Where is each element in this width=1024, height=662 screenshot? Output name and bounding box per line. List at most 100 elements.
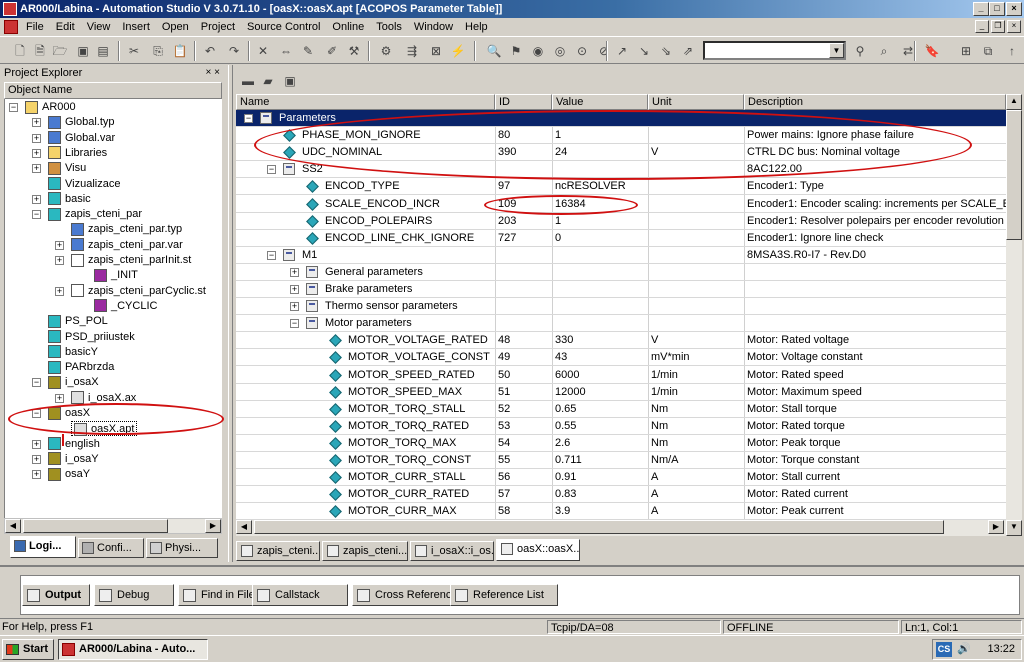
disconnect-icon[interactable]: ⊘ xyxy=(596,43,612,59)
tree-node[interactable]: zapis_cteni_parInit.st xyxy=(71,253,191,268)
copy-icon[interactable]: ⎘ xyxy=(150,43,166,59)
step-icon[interactable]: ⇘ xyxy=(658,43,674,59)
paste-icon[interactable]: 📋 xyxy=(172,43,188,59)
param-value[interactable]: 0.91 xyxy=(552,469,648,486)
doc-tab-zapis-cteni-1[interactable]: zapis_cteni... xyxy=(236,541,320,561)
tab-output[interactable]: Output xyxy=(22,584,90,606)
menu-help[interactable]: Help xyxy=(459,18,494,36)
splitter[interactable] xyxy=(228,65,233,562)
param-value[interactable] xyxy=(552,247,648,264)
param-value[interactable]: 0.83 xyxy=(552,486,648,503)
column-header-id[interactable]: ID xyxy=(495,94,552,110)
tree-node[interactable]: PARbrzda xyxy=(48,360,114,375)
cut-icon[interactable]: ✂ xyxy=(126,43,142,59)
table-row[interactable]: ENCOD_POLEPAIRS 203 1 Encoder1: Resolver po… xyxy=(236,213,1006,230)
chevron-down-icon[interactable]: ▼ xyxy=(829,43,844,58)
table-row[interactable]: MOTOR_CURR_STALL 56 0.91 A Motor: Stall curr… xyxy=(236,469,1006,487)
tree-node[interactable]: i_osaY xyxy=(48,452,99,467)
column-header-value[interactable]: Value xyxy=(552,94,648,110)
menu-file[interactable]: File xyxy=(20,18,50,36)
menu-view[interactable]: View xyxy=(81,18,117,36)
expand-icon[interactable]: + xyxy=(32,439,41,449)
table-row[interactable]: ENCOD_LINE_CHK_IGNORE 727 0 Encoder1: Ignor… xyxy=(236,230,1006,247)
new-file-icon[interactable]: 🗎 xyxy=(32,43,48,59)
online-icon[interactable]: ◎ xyxy=(552,43,568,59)
table-row[interactable]: MOTOR_CURR_MAX 58 3.9 A Motor: Peak current xyxy=(236,503,1006,520)
expand-icon[interactable]: + xyxy=(32,148,41,158)
edit-icon[interactable]: ✐ xyxy=(324,43,340,59)
tree-node[interactable]: i_osaX xyxy=(48,375,99,390)
monitor-icon[interactable]: ⚑ xyxy=(508,43,524,59)
watch-icon[interactable]: ◉ xyxy=(530,43,546,59)
find-next-icon[interactable]: ⌕ xyxy=(876,43,892,59)
tree-node[interactable]: osaY xyxy=(48,467,90,482)
table-row[interactable]: + General parameters xyxy=(236,264,1006,281)
tree-node[interactable]: Visu xyxy=(48,161,86,176)
scroll-thumb[interactable] xyxy=(254,520,944,534)
tree-node[interactable]: basic xyxy=(48,192,91,207)
object-name-header[interactable]: Object Name xyxy=(4,82,222,99)
tree-node[interactable]: zapis_cteni_parCyclic.st xyxy=(71,284,206,299)
column-header-unit[interactable]: Unit xyxy=(648,94,744,110)
speaker-icon[interactable]: 🔊 xyxy=(957,640,971,659)
menu-source-control[interactable]: Source Control xyxy=(241,18,326,36)
param-value[interactable]: 12000 xyxy=(552,384,648,401)
expand-icon[interactable]: + xyxy=(32,118,41,128)
doc-minimize-button[interactable]: _ xyxy=(975,20,989,33)
rebuild-icon[interactable]: ⚙ xyxy=(378,43,394,59)
menu-tools[interactable]: Tools xyxy=(370,18,408,36)
edit-pencil-icon[interactable]: ▰ xyxy=(260,73,276,89)
delete-icon[interactable]: ✕ xyxy=(255,43,271,59)
column-header-name[interactable]: Name xyxy=(236,94,495,110)
expand-icon[interactable]: + xyxy=(55,240,64,250)
collapse-icon[interactable]: − xyxy=(32,378,41,388)
expand-icon[interactable]: + xyxy=(290,285,299,294)
param-value[interactable]: 330 xyxy=(552,332,648,349)
column-header-description[interactable]: Description xyxy=(744,94,1006,110)
param-value[interactable] xyxy=(552,315,648,332)
taskbar-app-button[interactable]: AR000/Labina - Auto... xyxy=(58,639,208,660)
expand-icon[interactable]: + xyxy=(55,256,64,265)
tree-node[interactable]: Global.var xyxy=(48,131,115,146)
expand-icon[interactable]: + xyxy=(32,470,41,480)
table-row[interactable]: MOTOR_SPEED_RATED 50 6000 1/min Motor: Rated… xyxy=(236,367,1006,384)
vertical-scrollbar[interactable]: ▲ ▼ xyxy=(1006,94,1022,536)
scroll-left-icon[interactable]: ◀ xyxy=(5,519,21,533)
scroll-right-icon[interactable]: ▶ xyxy=(205,519,221,533)
table-row[interactable]: + Thermo sensor parameters xyxy=(236,298,1006,316)
menu-edit[interactable]: Edit xyxy=(50,18,81,36)
collapse-icon[interactable]: − xyxy=(267,165,276,175)
table-row[interactable]: MOTOR_VOLTAGE_RATED 48 330 V Motor: Rated vo… xyxy=(236,332,1006,350)
param-value[interactable] xyxy=(552,264,648,281)
table-row[interactable]: MOTOR_CURR_RATED 57 0.83 A Motor: Rated curr… xyxy=(236,486,1006,504)
expand-icon[interactable]: + xyxy=(55,286,64,296)
collapse-icon[interactable]: − xyxy=(244,114,253,123)
connect-icon[interactable]: ⊙ xyxy=(574,43,590,59)
stop-icon[interactable]: ⊠ xyxy=(428,43,444,59)
tree-node[interactable]: english xyxy=(48,437,100,452)
doc-tab-i-osax[interactable]: i_osaX::i_os... xyxy=(410,541,494,561)
tab-logical[interactable]: Logi... xyxy=(10,536,76,558)
collapse-icon[interactable]: ▬ xyxy=(240,73,256,89)
cursor-icon[interactable]: ↗ xyxy=(614,43,630,59)
tree-node[interactable]: zapis_cteni_par xyxy=(48,207,142,222)
tree-node[interactable]: _CYCLIC xyxy=(94,299,157,314)
tree-node[interactable]: PS_POL xyxy=(48,314,108,329)
expand-icon[interactable]: + xyxy=(32,133,41,143)
collapse-icon[interactable]: − xyxy=(267,250,276,260)
transfer-icon[interactable]: ⇶ xyxy=(404,43,420,59)
help-icon[interactable]: ↑ xyxy=(1004,43,1020,59)
menu-online[interactable]: Online xyxy=(326,18,370,36)
properties-icon[interactable]: ✎ xyxy=(300,43,316,59)
close-button[interactable]: × xyxy=(1006,2,1022,16)
doc-tab-oasx[interactable]: oasX::oasX... xyxy=(496,539,580,561)
tab-reference-list[interactable]: Reference List xyxy=(450,584,558,606)
table-row[interactable]: MOTOR_VOLTAGE_CONST 49 43 mV*min Motor: Volt… xyxy=(236,349,1006,367)
param-value[interactable]: 3.9 xyxy=(552,503,648,520)
param-value[interactable]: 0 xyxy=(552,230,648,247)
tab-debug[interactable]: Debug xyxy=(94,584,174,606)
new-icon[interactable]: 🗋 xyxy=(12,43,28,59)
tab-callstack[interactable]: Callstack xyxy=(252,584,348,606)
menu-open[interactable]: Open xyxy=(156,18,195,36)
tree-node[interactable]: zapis_cteni_par.typ xyxy=(71,222,182,237)
